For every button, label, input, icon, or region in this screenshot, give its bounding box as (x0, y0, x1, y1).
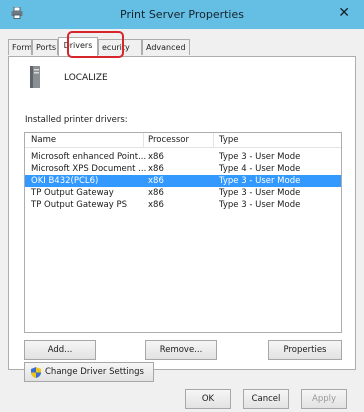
ok-button[interactable]: OK (185, 389, 231, 409)
cancel-button[interactable]: Cancel (243, 389, 289, 409)
tab-forms[interactable]: Forms (8, 39, 32, 55)
column-header-type[interactable]: Type (219, 135, 239, 145)
driver-name: Microsoft enhanced Point... (31, 152, 147, 162)
list-header: Name Processor Type (25, 133, 341, 148)
driver-processor: x86 (148, 200, 164, 210)
table-row[interactable]: TP Output Gateway x86 Type 3 - User Mode (25, 187, 341, 199)
driver-type: Type 3 - User Mode (219, 188, 301, 198)
table-row[interactable]: Microsoft enhanced Point... x86 Type 3 -… (25, 151, 341, 163)
tab-ports[interactable]: Ports (32, 39, 58, 55)
remove-button[interactable]: Remove... (145, 340, 217, 360)
driver-name: OKI B432(PCL6) (31, 176, 99, 186)
driver-name: TP Output Gateway (31, 188, 114, 198)
uac-shield-icon (31, 367, 41, 378)
driver-type: Type 3 - User Mode (219, 200, 301, 210)
title-bar: Print Server Properties ✕ (0, 0, 364, 29)
driver-name: TP Output Gateway PS (31, 200, 128, 210)
print-server-icon (30, 66, 40, 88)
close-icon[interactable]: ✕ (338, 5, 350, 21)
driver-type: Type 4 - User Mode (219, 164, 301, 174)
drivers-list[interactable]: Name Processor Type Microsoft enhanced P… (24, 132, 342, 333)
table-row[interactable]: Microsoft XPS Document ... x86 Type 4 - … (25, 163, 341, 175)
table-row[interactable]: TP Output Gateway PS x86 Type 3 - User M… (25, 199, 341, 211)
add-button[interactable]: Add... (24, 340, 96, 360)
column-header-name[interactable]: Name (31, 135, 56, 145)
tab-advanced[interactable]: Advanced (142, 39, 190, 55)
driver-processor: x86 (148, 176, 164, 186)
change-driver-settings-button[interactable]: Change Driver Settings (24, 362, 154, 382)
window-title: Print Server Properties (120, 8, 244, 21)
table-row-selected[interactable]: OKI B432(PCL6) x86 Type 3 - User Mode (25, 175, 341, 187)
column-header-processor[interactable]: Processor (148, 135, 189, 145)
apply-button[interactable]: Apply (301, 389, 347, 409)
driver-processor: x86 (148, 188, 164, 198)
driver-processor: x86 (148, 152, 164, 162)
installed-drivers-label: Installed printer drivers: (25, 115, 128, 125)
properties-button[interactable]: Properties (268, 340, 342, 360)
drivers-tab-highlight (67, 31, 124, 58)
driver-type: Type 3 - User Mode (219, 152, 301, 162)
driver-type: Type 3 - User Mode (219, 176, 301, 186)
driver-name: Microsoft XPS Document ... (31, 164, 147, 174)
server-name: LOCALIZE (64, 73, 108, 83)
change-driver-settings-label: Change Driver Settings (45, 367, 144, 377)
driver-processor: x86 (148, 164, 164, 174)
